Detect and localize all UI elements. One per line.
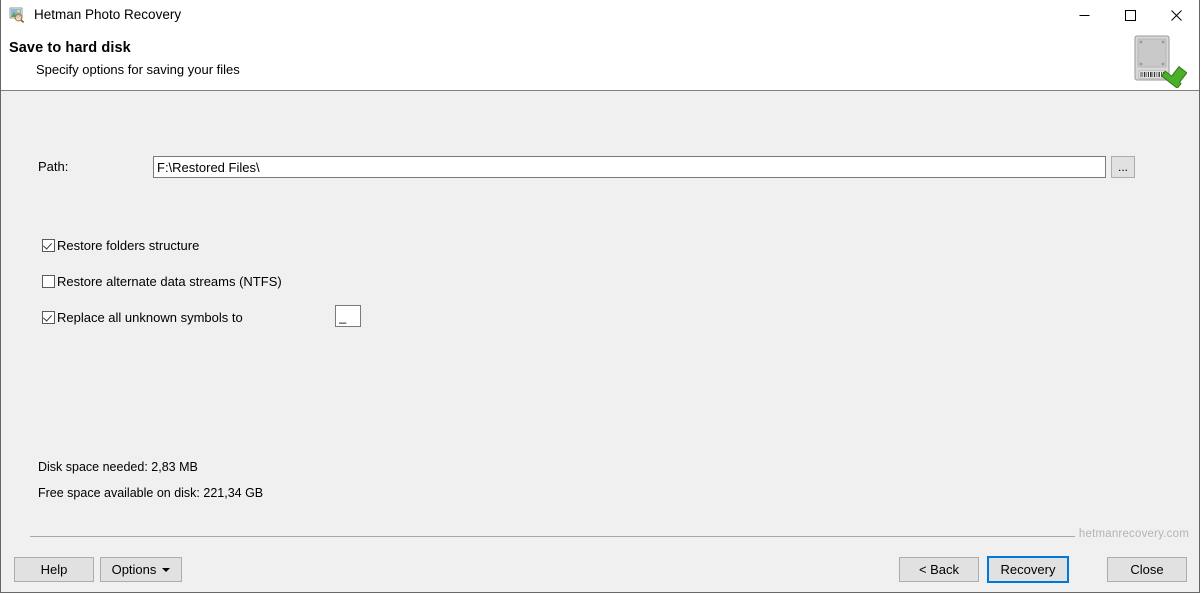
- page-subtitle: Specify options for saving your files: [36, 62, 240, 77]
- options-button[interactable]: Options: [100, 557, 182, 582]
- title-bar: Hetman Photo Recovery: [1, 0, 1199, 30]
- page-header: Save to hard disk Specify options for sa…: [1, 30, 1199, 91]
- browse-button[interactable]: ...: [1111, 156, 1135, 178]
- maximize-icon: [1124, 9, 1136, 21]
- checkbox-box-checked[interactable]: [42, 238, 55, 252]
- close-button[interactable]: Close: [1107, 557, 1187, 582]
- free-space-available-text: Free space available on disk: 221,34 GB: [38, 486, 264, 500]
- path-label: Path:: [38, 159, 69, 174]
- minimize-icon: [1079, 14, 1089, 16]
- checkbox-restore-folders-structure[interactable]: Restore folders structure: [42, 237, 199, 253]
- checkbox-box-checked[interactable]: [42, 310, 55, 324]
- checkbox-replace-unknown-symbols[interactable]: Replace all unknown symbols to: [42, 309, 243, 325]
- page-title: Save to hard disk: [9, 40, 131, 56]
- checkbox-label: Restore folders structure: [57, 237, 200, 253]
- close-button-titlebar[interactable]: [1153, 0, 1199, 30]
- back-button[interactable]: < Back: [899, 557, 979, 582]
- maximize-button[interactable]: [1107, 0, 1153, 30]
- watermark-text: hetmanrecovery.com: [1078, 528, 1189, 540]
- disk-space-needed-text: Disk space needed: 2,83 MB: [38, 460, 198, 474]
- help-button[interactable]: Help: [14, 557, 94, 582]
- window-title: Hetman Photo Recovery: [34, 7, 182, 23]
- checkbox-restore-alternate-data-streams[interactable]: Restore alternate data streams (NTFS): [42, 273, 282, 289]
- window-controls: [1061, 0, 1199, 30]
- checkbox-label: Restore alternate data streams (NTFS): [57, 273, 282, 289]
- close-icon: [1170, 9, 1182, 21]
- options-button-label: Options: [111, 562, 157, 577]
- photo-recovery-icon: [9, 7, 25, 23]
- footer-divider: [30, 536, 1075, 537]
- minimize-button[interactable]: [1061, 0, 1107, 30]
- app-window: Hetman Photo Recovery Save to hard disk …: [0, 0, 1200, 593]
- replace-symbol-input[interactable]: [335, 305, 361, 327]
- checkbox-box-unchecked[interactable]: [42, 274, 55, 288]
- path-input[interactable]: [153, 156, 1106, 178]
- hard-disk-save-icon: [1123, 32, 1188, 89]
- checkbox-label: Replace all unknown symbols to: [57, 309, 243, 325]
- recovery-button[interactable]: Recovery: [987, 556, 1069, 583]
- chevron-down-icon: [162, 567, 171, 572]
